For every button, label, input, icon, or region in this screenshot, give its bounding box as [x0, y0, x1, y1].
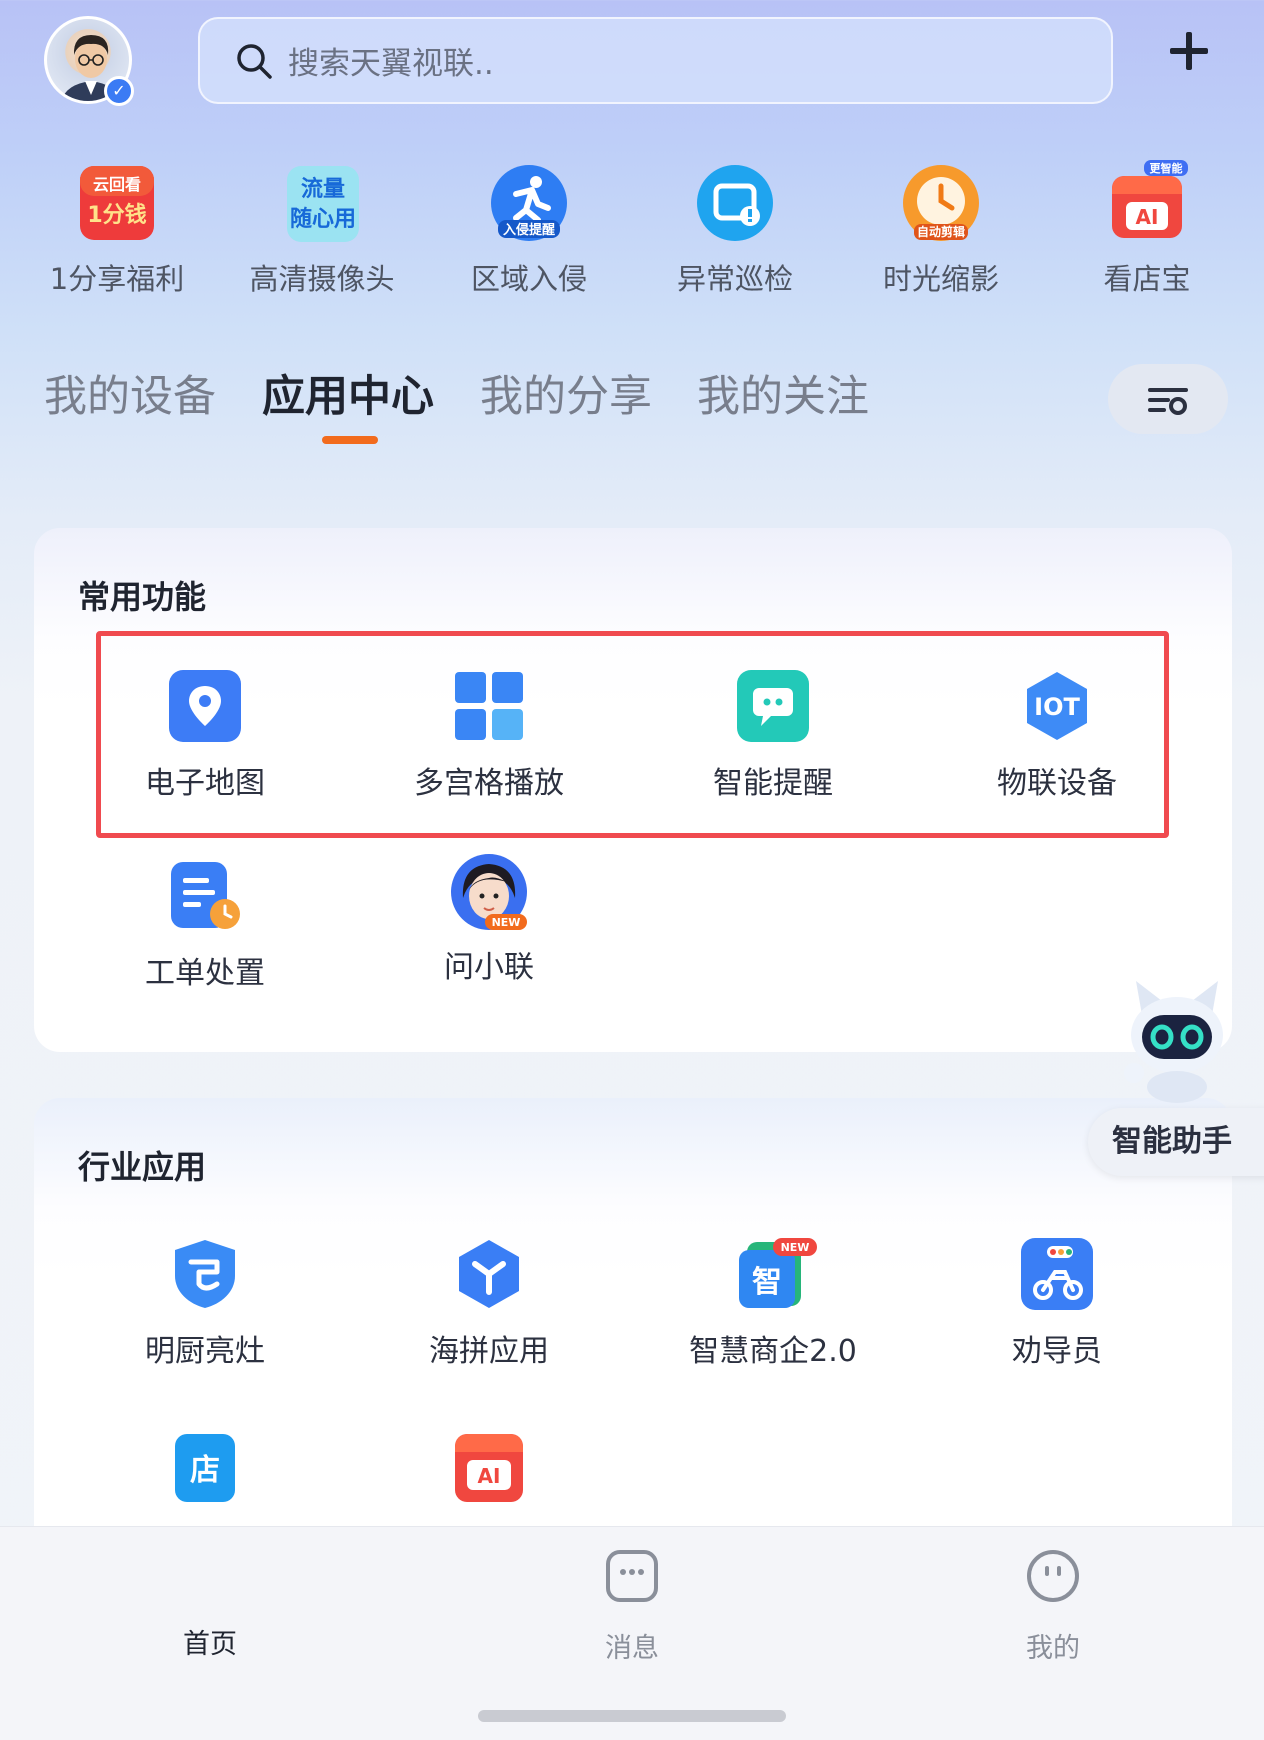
search-placeholder: 搜索天翼视联.. [288, 46, 494, 82]
app-label: 智能提醒 [713, 766, 833, 801]
shortcut-label: 时光缩影 [882, 262, 999, 296]
filter-settings-icon [1148, 388, 1188, 415]
shortcut-label: 高清摄像头 [249, 262, 395, 296]
svg-text:AI: AI [1136, 205, 1159, 229]
verified-badge-icon: ✓ [104, 76, 134, 106]
shortcut-area-intrusion[interactable]: 入侵提醒 区域入侵 [439, 160, 619, 298]
store-icon: 店 [169, 1432, 241, 1504]
app-ai-store[interactable]: AI [389, 1432, 589, 1504]
nav-messages[interactable]: 消息 [532, 1548, 732, 1665]
new-badge: NEW [492, 916, 521, 929]
tab-app-center[interactable]: 应用中心 [262, 362, 434, 424]
smiley-profile-icon [1027, 1550, 1079, 1602]
running-person-icon: 入侵提醒 [486, 160, 572, 246]
app-electronic-map[interactable]: 电子地图 [105, 670, 305, 802]
plus-icon[interactable] [1166, 28, 1212, 74]
iot-hexagon-icon: IOT [1021, 670, 1093, 742]
shortcut-label: 区域入侵 [470, 262, 587, 296]
shortcut-label: 异常巡检 [676, 262, 793, 296]
app-smart-business[interactable]: 智 NEW 智慧商企2.0 [673, 1238, 873, 1370]
shortcut-time-lapse[interactable]: 自动剪辑 时光缩影 [851, 160, 1031, 298]
tab-my-devices[interactable]: 我的设备 [44, 362, 216, 424]
app-haipin[interactable]: 海拼应用 [389, 1238, 589, 1370]
search-icon [237, 43, 272, 79]
svg-text:自动剪辑: 自动剪辑 [917, 224, 965, 239]
assistant-avatar-icon: NEW [449, 852, 529, 932]
message-icon [606, 1550, 658, 1602]
smart-assistant-button[interactable]: 智能助手 [1088, 1108, 1264, 1176]
svg-text:更智能: 更智能 [1150, 161, 1183, 175]
shortcut-label: 1分享福利 [49, 262, 185, 296]
shortcut-hd-camera[interactable]: 流量随心用 高清摄像头 [232, 160, 412, 298]
search-bar[interactable]: 搜索天翼视联.. [198, 17, 1113, 104]
app-kitchen-transparency[interactable]: 明厨亮灶 [105, 1238, 305, 1370]
grid-icon [453, 670, 525, 742]
app-label: 工单处置 [145, 956, 265, 991]
robot-assistant-icon[interactable] [1112, 975, 1242, 1105]
ai-store-icon: AI 更智能 [1104, 160, 1190, 246]
app-smart-reminder[interactable]: 智能提醒 [673, 670, 873, 802]
svg-text:入侵提醒: 入侵提醒 [503, 222, 555, 238]
app-label: 问小联 [444, 950, 534, 985]
section-title-common: 常用功能 [78, 578, 207, 616]
svg-text:IOT: IOT [1034, 693, 1080, 721]
app-label: 电子地图 [145, 766, 265, 801]
svg-text:AI: AI [478, 1464, 501, 1488]
shortcut-store-watch[interactable]: AI 更智能 看店宝 [1057, 160, 1237, 298]
scooter-icon [1021, 1238, 1093, 1310]
app-work-order[interactable]: 工单处置 [105, 860, 305, 992]
svg-text:智: 智 [752, 1265, 782, 1300]
home-indicator [478, 1710, 786, 1722]
data-plan-icon: 流量 随心用 [279, 160, 365, 246]
shortcut-anomaly-patrol[interactable]: 异常巡检 [645, 160, 825, 298]
app-ask-xiaolian[interactable]: NEW 问小联 [389, 852, 589, 986]
svg-text:流量: 流量 [301, 176, 345, 202]
app-label: 劝导员 [1012, 1334, 1102, 1369]
svg-text:店: 店 [190, 1453, 220, 1488]
app-multi-grid-play[interactable]: 多宫格播放 [389, 670, 589, 802]
active-tab-indicator [322, 436, 378, 444]
chat-bubble-icon [737, 670, 809, 742]
app-label: 智慧商企2.0 [689, 1334, 857, 1369]
app-label: 明厨亮灶 [145, 1334, 265, 1369]
tab-my-shares[interactable]: 我的分享 [480, 362, 652, 424]
svg-text:1分钱: 1分钱 [87, 202, 146, 228]
app-iot-devices[interactable]: IOT 物联设备 [957, 670, 1157, 802]
home-icon [182, 1548, 238, 1604]
chef-shield-icon [169, 1238, 241, 1310]
app-label: 海拼应用 [429, 1334, 549, 1369]
nav-home[interactable]: 首页 [110, 1548, 310, 1661]
nav-label: 首页 [183, 1629, 237, 1660]
app-persuader[interactable]: 劝导员 [957, 1238, 1157, 1370]
app-store[interactable]: 店 [105, 1432, 305, 1504]
ai-store-icon: AI [453, 1432, 525, 1504]
app-label: 多宫格播放 [414, 766, 564, 801]
work-order-icon [169, 860, 241, 932]
svg-text:随心用: 随心用 [290, 206, 356, 232]
nav-label: 消息 [605, 1633, 659, 1664]
tab-my-follows[interactable]: 我的关注 [697, 362, 869, 424]
clock-timelapse-icon: 自动剪辑 [898, 160, 984, 246]
section-title-industry: 行业应用 [78, 1148, 207, 1186]
nav-label: 我的 [1026, 1633, 1080, 1664]
new-badge: NEW [781, 1241, 810, 1254]
shortcut-share-welfare[interactable]: 云回看 1分钱 1分享福利 [27, 160, 207, 298]
nav-profile[interactable]: 我的 [953, 1548, 1153, 1665]
screen-alert-icon [692, 160, 778, 246]
hexagon-y-icon [453, 1238, 525, 1310]
filter-button[interactable] [1108, 364, 1228, 434]
app-label: 物联设备 [997, 766, 1117, 801]
svg-text:云回看: 云回看 [93, 175, 141, 194]
cloud-watch-promo-icon: 云回看 1分钱 [74, 160, 160, 246]
shortcut-label: 看店宝 [1103, 262, 1191, 296]
map-pin-icon [169, 670, 241, 742]
smart-business-icon: 智 NEW [737, 1238, 817, 1310]
